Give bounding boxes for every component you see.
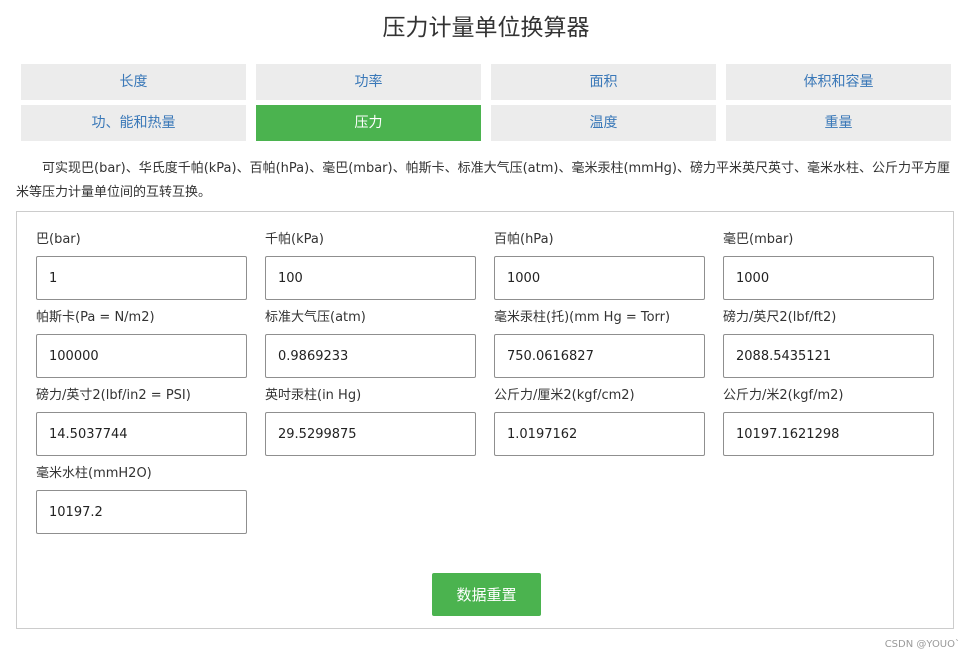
kgf-cm2-input[interactable]	[494, 412, 705, 456]
pa-input[interactable]	[36, 334, 247, 378]
tab-energy[interactable]: 功、能和热量	[21, 105, 246, 141]
mmh2o-input[interactable]	[36, 490, 247, 534]
field-label: 帕斯卡(Pa = N/m2)	[36, 310, 155, 325]
field-label: 毫米水柱(mmH2O)	[36, 466, 152, 481]
field-inhg: 英吋汞柱(in Hg)	[265, 386, 476, 456]
tab-pressure[interactable]: 压力	[256, 105, 481, 141]
description-text: 可实现巴(bar)、华氏度千帕(kPa)、百帕(hPa)、毫巴(mbar)、帕斯…	[16, 161, 950, 200]
psi-input[interactable]	[36, 412, 247, 456]
field-label: 千帕(kPa)	[265, 232, 324, 247]
field-mmhg: 毫米汞柱(托)(mm Hg = Torr)	[494, 308, 705, 378]
hpa-input[interactable]	[494, 256, 705, 300]
field-label: 磅力/英尺2(lbf/ft2)	[723, 310, 837, 325]
field-atm: 标准大气压(atm)	[265, 308, 476, 378]
reset-button[interactable]: 数据重置	[432, 573, 541, 616]
lbf-ft2-input[interactable]	[723, 334, 934, 378]
field-hpa: 百帕(hPa)	[494, 230, 705, 300]
fields-grid: 巴(bar) 千帕(kPa) 百帕(hPa) 毫巴(mbar) 帕斯卡(Pa =…	[36, 230, 934, 534]
kgf-m2-input[interactable]	[723, 412, 934, 456]
field-label: 毫巴(mbar)	[723, 232, 794, 247]
converter-page: 压力计量单位换算器 长度 功率 面积 体积和容量 功、能和热量 压力 温度 重量…	[0, 0, 972, 656]
field-mmh2o: 毫米水柱(mmH2O)	[36, 464, 247, 534]
field-lbf-ft2: 磅力/英尺2(lbf/ft2)	[723, 308, 934, 378]
field-label: 英吋汞柱(in Hg)	[265, 388, 362, 403]
watermark: CSDN @YOUO`	[884, 639, 960, 650]
field-kpa: 千帕(kPa)	[265, 230, 476, 300]
tab-area[interactable]: 面积	[491, 64, 716, 100]
field-label: 标准大气压(atm)	[265, 310, 366, 325]
field-label: 巴(bar)	[36, 232, 81, 247]
category-tabs: 长度 功率 面积 体积和容量 功、能和热量 压力 温度 重量	[21, 64, 952, 141]
mbar-input[interactable]	[723, 256, 934, 300]
field-kgf-cm2: 公斤力/厘米2(kgf/cm2)	[494, 386, 705, 456]
field-pa: 帕斯卡(Pa = N/m2)	[36, 308, 247, 378]
field-label: 公斤力/厘米2(kgf/cm2)	[494, 388, 635, 403]
field-bar: 巴(bar)	[36, 230, 247, 300]
tab-weight[interactable]: 重量	[726, 105, 951, 141]
tab-power[interactable]: 功率	[256, 64, 481, 100]
field-mbar: 毫巴(mbar)	[723, 230, 934, 300]
page-title: 压力计量单位换算器	[382, 15, 590, 41]
field-label: 百帕(hPa)	[494, 232, 554, 247]
field-label: 公斤力/米2(kgf/m2)	[723, 388, 844, 403]
atm-input[interactable]	[265, 334, 476, 378]
kpa-input[interactable]	[265, 256, 476, 300]
bar-input[interactable]	[36, 256, 247, 300]
field-label: 毫米汞柱(托)(mm Hg = Torr)	[494, 310, 671, 325]
tab-length[interactable]: 长度	[21, 64, 246, 100]
converter-panel: 巴(bar) 千帕(kPa) 百帕(hPa) 毫巴(mbar) 帕斯卡(Pa =…	[16, 211, 954, 629]
inhg-input[interactable]	[265, 412, 476, 456]
mmhg-input[interactable]	[494, 334, 705, 378]
field-label: 磅力/英寸2(lbf/in2 = PSI)	[36, 388, 191, 403]
field-psi: 磅力/英寸2(lbf/in2 = PSI)	[36, 386, 247, 456]
field-kgf-m2: 公斤力/米2(kgf/m2)	[723, 386, 934, 456]
tab-volume[interactable]: 体积和容量	[726, 64, 951, 100]
tab-temperature[interactable]: 温度	[491, 105, 716, 141]
